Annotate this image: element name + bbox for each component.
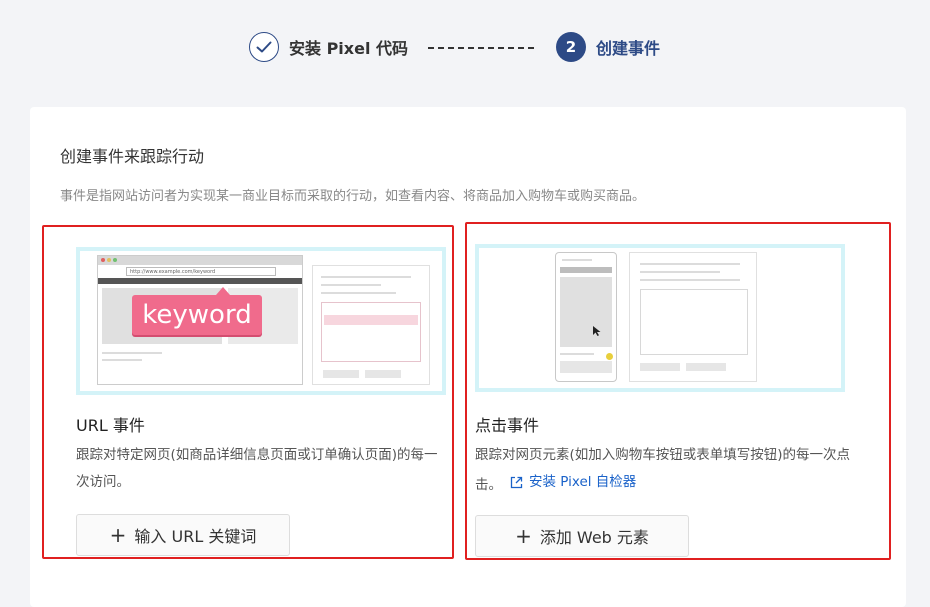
url-event-title: URL 事件 <box>76 416 145 435</box>
step-label: 安装 Pixel 代码 <box>289 39 409 58</box>
install-pixel-helper-link[interactable]: 安装 Pixel 自检器 <box>502 469 636 496</box>
step-divider <box>428 47 534 49</box>
step-number: 2 <box>556 32 586 62</box>
create-event-card: 创建事件来跟踪行动 事件是指网站访问者为实现某一商业目标而采取的行动，如查看内容… <box>30 107 906 607</box>
plus-icon: + <box>109 523 127 547</box>
enter-url-keyword-button[interactable]: + 输入 URL 关键词 <box>76 514 290 556</box>
button-label: 添加 Web 元素 <box>539 528 649 547</box>
card-description: 事件是指网站访问者为实现某一商业目标而采取的行动，如查看内容、将商品加入购物车或… <box>60 189 646 204</box>
link-label: 安装 Pixel 自检器 <box>529 474 637 490</box>
url-event-option[interactable]: http://www.example.com/keyword keyword U… <box>42 225 454 559</box>
add-web-element-button[interactable]: + 添加 Web 元素 <box>475 515 689 557</box>
url-event-illustration: http://www.example.com/keyword keyword <box>76 247 446 395</box>
phone-mock <box>555 252 617 382</box>
stepper: 安装 Pixel 代码 2 创建事件 <box>0 0 930 95</box>
click-event-description: 跟踪对网页元素(如加入购物车按钮或表单填写按钮)的每一次点击。 安装 Pixel … <box>475 442 875 499</box>
step-create-event: 2 创建事件 <box>556 32 660 62</box>
click-event-illustration <box>475 244 845 392</box>
check-icon <box>249 32 279 62</box>
url-bar-text: http://www.example.com/keyword <box>130 269 216 275</box>
cursor-icon <box>593 326 601 336</box>
step-label: 创建事件 <box>596 39 661 58</box>
plus-icon: + <box>515 524 532 548</box>
keyword-tag: keyword <box>132 287 262 335</box>
external-link-icon <box>510 476 523 489</box>
click-event-option[interactable]: 点击事件 跟踪对网页元素(如加入购物车按钮或表单填写按钮)的每一次点击。 安装 P… <box>465 222 891 560</box>
button-label: 输入 URL 关键词 <box>134 527 257 546</box>
desktop-mock <box>629 252 757 382</box>
step-install-pixel: 安装 Pixel 代码 <box>249 32 408 62</box>
form-mock <box>312 265 430 385</box>
click-event-title: 点击事件 <box>475 416 540 435</box>
url-event-description: 跟踪对特定网页(如商品详细信息页面或订单确认页面)的每一次访问。 <box>76 447 438 490</box>
card-title: 创建事件来跟踪行动 <box>60 147 205 166</box>
